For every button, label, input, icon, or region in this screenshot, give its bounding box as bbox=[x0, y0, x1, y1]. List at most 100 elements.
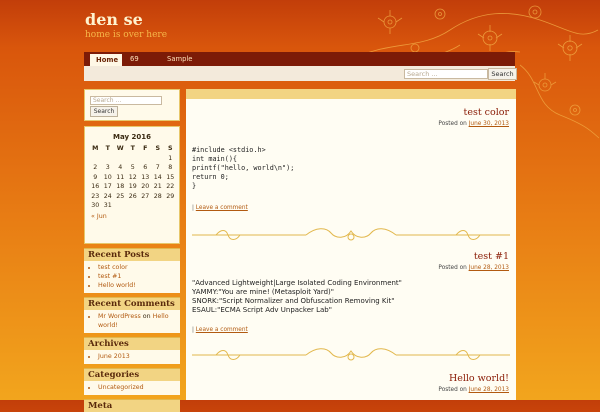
leave-comment-link[interactable]: Leave a comment bbox=[196, 327, 248, 333]
main-navigation: Home 69 rules Sample Page bbox=[84, 52, 515, 77]
calendar-day-header: W bbox=[116, 145, 124, 152]
post-date-link[interactable]: June 28, 2013 bbox=[469, 265, 509, 271]
calendar-day bbox=[127, 155, 140, 164]
nav-item-69-rules[interactable]: 69 rules bbox=[124, 52, 159, 77]
calendar-day bbox=[102, 155, 115, 164]
calendar-day: 2 bbox=[93, 164, 98, 171]
top-search-input[interactable]: Search ... bbox=[404, 69, 488, 79]
recent-comments-header: Recent Comments bbox=[84, 297, 180, 310]
calendar-day: 14 bbox=[153, 173, 162, 181]
categories-header: Categories bbox=[84, 368, 180, 381]
category-link[interactable]: Uncategorized bbox=[98, 383, 176, 392]
calendar-day-header: S bbox=[155, 145, 161, 152]
comment-link-row: | Leave a comment bbox=[192, 205, 248, 211]
calendar-day: 17 bbox=[103, 183, 112, 190]
archives-title: Archives bbox=[88, 339, 129, 349]
calendar-day: 23 bbox=[91, 192, 100, 200]
calendar-day: 9 bbox=[93, 173, 98, 181]
calendar-day: 6 bbox=[143, 164, 148, 171]
post-body: "Advanced Lightweight|Large Isolated Cod… bbox=[192, 279, 402, 314]
calendar-day bbox=[114, 155, 127, 164]
calendar-day-header: M bbox=[92, 145, 99, 152]
calendar-day: 27 bbox=[141, 192, 150, 200]
calendar-day: 28 bbox=[153, 192, 162, 200]
floral-side-ornament bbox=[519, 64, 600, 139]
recent-posts-widget: test color test #1 Hello world! bbox=[84, 261, 180, 293]
leave-comment-link[interactable]: Leave a comment bbox=[196, 205, 248, 211]
sidebar-search-button[interactable]: Search bbox=[90, 106, 118, 117]
recent-posts-title: Recent Posts bbox=[88, 250, 150, 260]
calendar-day: 21 bbox=[153, 183, 162, 190]
posted-on-label: Posted on bbox=[438, 387, 467, 393]
meta-title: Meta bbox=[88, 401, 113, 411]
calendar-day: 3 bbox=[105, 164, 110, 171]
calendar-prev-link[interactable]: « Jun bbox=[91, 213, 175, 220]
calendar-day: 13 bbox=[141, 173, 150, 181]
calendar-widget: May 2016 M T W T F S S 1 2 3 4 5 6 7 8 9… bbox=[84, 126, 180, 244]
comment-link-row: | Leave a comment bbox=[192, 327, 248, 333]
calendar-day bbox=[164, 202, 177, 211]
calendar-day-header: T bbox=[105, 145, 110, 152]
recent-post-link[interactable]: test #1 bbox=[98, 272, 176, 281]
calendar-day: 15 bbox=[166, 173, 175, 181]
nav-item-sample-page[interactable]: Sample Page bbox=[161, 52, 213, 77]
site-title[interactable]: den se bbox=[85, 10, 143, 29]
sidebar-search-input[interactable]: Search ... bbox=[90, 96, 162, 105]
calendar-day bbox=[139, 155, 152, 164]
calendar-day-header: F bbox=[143, 145, 148, 152]
post-meta: Posted on June 30, 2013 bbox=[438, 121, 509, 127]
archives-widget: June 2013 bbox=[84, 350, 180, 364]
post-meta: Posted on June 28, 2013 bbox=[438, 387, 509, 393]
post-date-link[interactable]: June 28, 2013 bbox=[469, 387, 509, 393]
calendar-day: 25 bbox=[116, 192, 125, 200]
post-test-color: test color Posted on June 30, 2013 #incl… bbox=[186, 89, 516, 219]
sidebar: Search ... Search May 2016 M T W T F S S… bbox=[84, 89, 180, 412]
post-test-1: test #1 Posted on June 28, 2013 "Advance… bbox=[186, 239, 516, 349]
posted-on-label: Posted on bbox=[438, 265, 467, 271]
calendar-day: 16 bbox=[91, 183, 100, 190]
calendar-grid: M T W T F S S 1 2 3 4 5 6 7 8 9 10 11 12 bbox=[89, 145, 175, 211]
post-body: #include <stdio.h> int main(){ printf("h… bbox=[192, 146, 295, 190]
post-title[interactable]: test color bbox=[464, 107, 510, 118]
calendar-day bbox=[114, 202, 127, 211]
top-search-bar: Search ... Search bbox=[84, 66, 517, 81]
post-hello-world: Hello world! Posted on June 28, 2013 bbox=[186, 361, 516, 400]
meta-header: Meta bbox=[84, 399, 180, 412]
calendar-day bbox=[139, 202, 152, 211]
calendar-day: 5 bbox=[130, 164, 135, 171]
recent-post-link[interactable]: test color bbox=[98, 263, 176, 272]
recent-comments-widget: Mr WordPress on Hello world! bbox=[84, 310, 180, 333]
recent-comment-item: Mr WordPress on Hello world! bbox=[98, 312, 176, 330]
comment-on-text: on bbox=[142, 313, 151, 320]
recent-posts-header: Recent Posts bbox=[84, 248, 180, 261]
calendar-day: 12 bbox=[128, 173, 137, 181]
calendar-day: 24 bbox=[103, 192, 112, 200]
comment-author-link[interactable]: Mr WordPress bbox=[98, 313, 141, 320]
site-tagline: home is over here bbox=[85, 30, 168, 40]
comment-separator: | bbox=[192, 205, 194, 211]
calendar-day: 26 bbox=[128, 192, 137, 200]
categories-widget: Uncategorized bbox=[84, 381, 180, 395]
calendar-day: 30 bbox=[91, 202, 100, 209]
calendar-day bbox=[152, 202, 165, 211]
top-search-button[interactable]: Search bbox=[488, 68, 517, 80]
archive-link[interactable]: June 2013 bbox=[98, 352, 176, 361]
calendar-day: 8 bbox=[168, 164, 173, 171]
post-meta: Posted on June 28, 2013 bbox=[438, 265, 509, 271]
calendar-day: 4 bbox=[118, 164, 123, 171]
calendar-day bbox=[89, 155, 102, 164]
post-title[interactable]: test #1 bbox=[474, 251, 509, 262]
post-date-link[interactable]: June 30, 2013 bbox=[469, 121, 509, 127]
posted-on-label: Posted on bbox=[438, 121, 467, 127]
calendar-day bbox=[152, 155, 165, 164]
calendar-day: 1 bbox=[168, 154, 173, 162]
main-content: test color Posted on June 30, 2013 #incl… bbox=[186, 89, 516, 400]
nav-item-home[interactable]: Home bbox=[90, 54, 122, 66]
calendar-day: 31 bbox=[103, 202, 112, 209]
calendar-day: 7 bbox=[155, 164, 160, 171]
calendar-day: 19 bbox=[128, 183, 137, 190]
calendar-day: 29 bbox=[166, 192, 175, 200]
post-title[interactable]: Hello world! bbox=[449, 373, 509, 384]
recent-comments-title: Recent Comments bbox=[88, 299, 175, 309]
recent-post-link[interactable]: Hello world! bbox=[98, 281, 176, 290]
